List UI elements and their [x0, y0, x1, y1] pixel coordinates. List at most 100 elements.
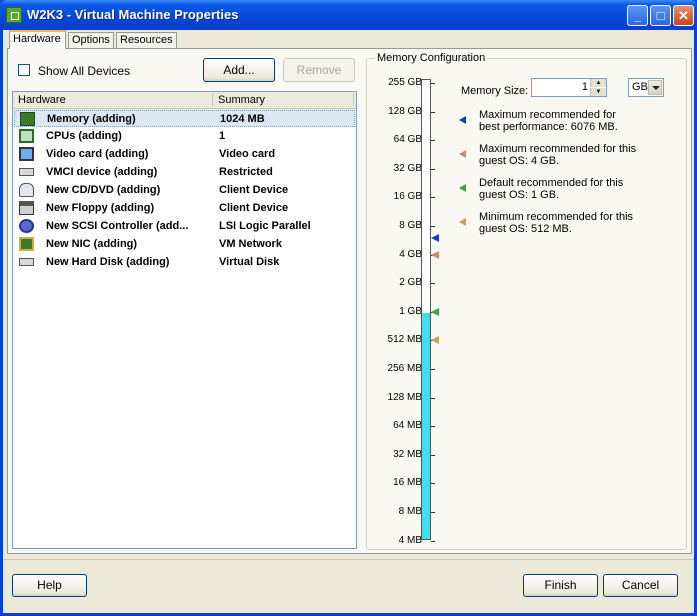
memory-scale-label: 2 GB — [399, 277, 422, 289]
hardware-name: New NIC (adding) — [46, 238, 138, 250]
hardware-summary: 1024 MB — [220, 113, 265, 125]
hardware-row-nic[interactable]: New NIC (adding) VM Network — [14, 236, 355, 253]
show-all-devices-checkbox[interactable] — [18, 64, 30, 76]
memory-scale-label: 16 MB — [393, 477, 422, 489]
tab-resources[interactable]: Resources — [116, 32, 177, 48]
memory-unit-value: GB — [632, 81, 648, 93]
hardware-summary: 1 — [219, 130, 226, 142]
maximize-button[interactable]: □ — [650, 5, 671, 26]
window-title: W2K3 - Virtual Machine Properties — [27, 7, 239, 22]
legend-default-icon — [459, 184, 466, 192]
hardware-name: New CD/DVD (adding) — [46, 184, 161, 196]
hardware-row-memory[interactable]: Memory (adding) 1024 MB — [14, 110, 355, 127]
memory-scale-label: 1 GB — [399, 305, 422, 317]
tab-hardware[interactable]: Hardware — [9, 30, 66, 49]
memory-marker-max-best-icon[interactable] — [431, 234, 439, 243]
memory-icon — [20, 112, 35, 126]
memory-scale-tick — [431, 83, 435, 84]
tab-options[interactable]: Options — [68, 32, 114, 48]
hardware-name: Video card (adding) — [46, 148, 149, 160]
maximize-icon: □ — [656, 8, 665, 23]
hardware-name: New Hard Disk (adding) — [46, 256, 170, 268]
vmci-icon — [19, 168, 34, 176]
memory-marker-max-guest-icon[interactable] — [431, 250, 439, 259]
memory-scale-tick — [431, 512, 435, 513]
help-button[interactable]: Help — [12, 574, 87, 597]
footer-divider — [3, 559, 694, 560]
memory-scale-tick — [431, 111, 435, 113]
memory-marker-default-icon[interactable] — [431, 307, 439, 316]
memory-scale-tick — [431, 226, 435, 227]
memory-configuration-group: Memory Configuration 255 GB 128 GB 64 GB 32… — [366, 52, 687, 550]
legend-max-best-text: Maximum recommended for best performance… — [479, 109, 618, 133]
memory-scale-label: 32 MB — [393, 448, 422, 460]
hardware-row-vmci[interactable]: VMCI device (adding) Restricted — [14, 164, 355, 181]
close-button[interactable]: ✕ — [673, 5, 694, 26]
close-icon: ✕ — [678, 8, 689, 23]
memory-scale-label: 255 GB — [388, 77, 422, 88]
memory-size-value: 1 — [581, 81, 588, 93]
legend-max-guest-icon — [459, 150, 466, 158]
hardware-row-cd-dvd[interactable]: New CD/DVD (adding) Client Device — [14, 182, 355, 199]
column-divider[interactable] — [353, 93, 354, 106]
network-card-icon — [19, 237, 34, 251]
hardware-summary: Client Device — [219, 202, 289, 214]
hardware-name: VMCI device (adding) — [46, 166, 158, 178]
memory-slider-track[interactable] — [421, 79, 431, 540]
hardware-summary: Video card — [219, 148, 276, 160]
chevron-down-icon[interactable] — [648, 80, 662, 95]
memory-scale-label: 8 GB — [399, 220, 422, 231]
hardware-row-floppy[interactable]: New Floppy (adding) Client Device — [14, 200, 355, 217]
hardware-row-hard-disk[interactable]: New Hard Disk (adding) Virtual Disk — [14, 254, 355, 271]
memory-scale-label: 64 GB — [393, 134, 422, 146]
cd-dvd-icon — [19, 183, 34, 197]
minimize-icon: _ — [633, 8, 642, 23]
memory-scale-tick — [431, 454, 435, 456]
legend-max-guest-text: Maximum recommended for this guest OS: 4… — [479, 143, 637, 167]
hard-disk-icon — [19, 258, 34, 266]
hardware-row-scsi-controller[interactable]: New SCSI Controller (add... LSI Logic Pa… — [14, 218, 355, 235]
minimize-button[interactable]: _ — [627, 5, 648, 26]
memory-size-label: Memory Size: — [461, 85, 529, 97]
spin-up-icon[interactable]: ▲ — [590, 79, 606, 87]
column-divider[interactable] — [212, 93, 213, 106]
add-button[interactable]: Add... — [203, 58, 275, 82]
memory-scale-label: 16 GB — [393, 191, 422, 203]
legend-min-text: Minimum recommended for this guest OS: 5… — [479, 211, 634, 235]
hardware-row-cpus[interactable]: CPUs (adding) 1 — [14, 128, 355, 145]
hardware-name: New Floppy (adding) — [46, 202, 155, 214]
hardware-summary: LSI Logic Parallel — [219, 220, 311, 232]
memory-scale-tick — [431, 140, 435, 142]
hardware-summary: Restricted — [219, 166, 273, 178]
hardware-row-video-card[interactable]: Video card (adding) Video card — [14, 146, 355, 163]
memory-unit-select[interactable]: GB — [628, 78, 664, 97]
hardware-summary: Virtual Disk — [219, 256, 280, 268]
show-all-devices-label: Show All Devices — [38, 64, 131, 78]
memory-size-input[interactable]: 1 ▲ ▼ — [531, 78, 607, 97]
memory-scale-tick — [431, 540, 435, 542]
properties-window: W2K3 - Virtual Machine Properties _ □ ✕ … — [0, 0, 697, 616]
hardware-list-header: Hardware Summary — [13, 92, 356, 109]
column-header-summary[interactable]: Summary — [218, 94, 265, 106]
memory-scale-label: 512 MB — [387, 334, 422, 346]
cancel-button[interactable]: Cancel — [603, 574, 678, 597]
hardware-tab-panel: Show All Devices Add... Remove Hardware … — [7, 48, 692, 554]
memory-scale-tick — [431, 197, 435, 199]
spin-down-icon[interactable]: ▼ — [590, 88, 606, 96]
finish-button[interactable]: Finish — [523, 574, 598, 597]
memory-scale-label: 128 GB — [388, 105, 422, 117]
memory-marker-min-icon[interactable] — [431, 336, 439, 345]
memory-scale-label: 128 MB — [387, 391, 422, 403]
legend-default-text: Default recommended for this guest OS: 1… — [479, 177, 624, 201]
remove-button[interactable]: Remove — [283, 58, 355, 82]
monitor-icon — [19, 147, 34, 161]
memory-scale-label: 32 GB — [393, 162, 422, 174]
hardware-name: Memory (adding) — [47, 113, 136, 125]
hardware-list: Hardware Summary Memory (adding) 1024 MB… — [12, 91, 357, 549]
memory-scale-tick — [431, 483, 435, 485]
scsi-controller-icon — [19, 219, 34, 233]
memory-scale-tick — [431, 168, 435, 170]
memory-slider-fill — [422, 312, 430, 539]
title-bar[interactable]: W2K3 - Virtual Machine Properties _ □ ✕ — [0, 0, 697, 30]
column-header-hardware[interactable]: Hardware — [18, 94, 66, 106]
